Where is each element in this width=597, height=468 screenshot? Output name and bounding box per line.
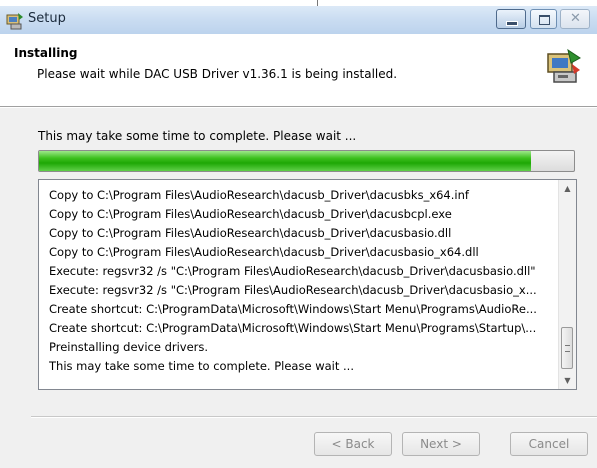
progress-fill: [39, 151, 532, 171]
page-title: Installing: [14, 46, 78, 60]
header-panel: Installing Please wait while DAC USB Dri…: [0, 34, 597, 106]
cancel-button[interactable]: Cancel: [510, 432, 588, 456]
grip-icon: [565, 345, 570, 352]
log-line: Create shortcut: C:\ProgramData\Microsof…: [49, 302, 537, 316]
log-lines: Copy to C:\Program Files\AudioResearch\d…: [49, 186, 549, 376]
page-subtitle: Please wait while DAC USB Driver v1.36.1…: [37, 67, 398, 81]
install-log-list[interactable]: Copy to C:\Program Files\AudioResearch\d…: [38, 179, 577, 390]
window-title: Setup: [28, 11, 66, 26]
maximize-button[interactable]: [530, 9, 557, 29]
log-line: Preinstalling device drivers.: [49, 340, 209, 354]
log-line: Copy to C:\Program Files\AudioResearch\d…: [49, 207, 452, 221]
title-bar[interactable]: Setup ✕: [0, 6, 597, 34]
log-line: Create shortcut: C:\ProgramData\Microsof…: [49, 321, 537, 335]
setup-app-icon: [6, 13, 23, 30]
log-line: This may take some time to complete. Ple…: [49, 359, 354, 373]
log-scrollbar[interactable]: ▲ ▼: [558, 180, 576, 389]
scroll-up-arrow-icon[interactable]: ▲: [559, 180, 576, 197]
content-panel: This may take some time to complete. Ple…: [0, 108, 597, 468]
minimize-icon: [506, 21, 518, 26]
next-button[interactable]: Next >: [402, 432, 480, 456]
status-text: This may take some time to complete. Ple…: [38, 129, 357, 143]
install-progress-bar: [38, 150, 575, 172]
close-icon: ✕: [570, 11, 581, 26]
log-line: Copy to C:\Program Files\AudioResearch\d…: [49, 245, 479, 259]
footer-divider-highlight: [31, 417, 597, 418]
log-line: Execute: regsvr32 /s "C:\Program Files\A…: [49, 264, 536, 278]
scroll-thumb[interactable]: [561, 327, 573, 369]
log-line: Execute: regsvr32 /s "C:\Program Files\A…: [49, 283, 537, 297]
setup-window: Setup ✕ Installing Please wait while DAC…: [0, 6, 597, 468]
log-line: Copy to C:\Program Files\AudioResearch\d…: [49, 188, 469, 202]
minimize-button[interactable]: [496, 9, 526, 29]
close-button[interactable]: ✕: [560, 9, 590, 29]
log-line: Copy to C:\Program Files\AudioResearch\d…: [49, 226, 452, 240]
installer-icon: [547, 48, 581, 83]
scroll-down-arrow-icon[interactable]: ▼: [559, 372, 576, 389]
back-button[interactable]: < Back: [314, 432, 392, 456]
maximize-icon: [539, 15, 550, 25]
